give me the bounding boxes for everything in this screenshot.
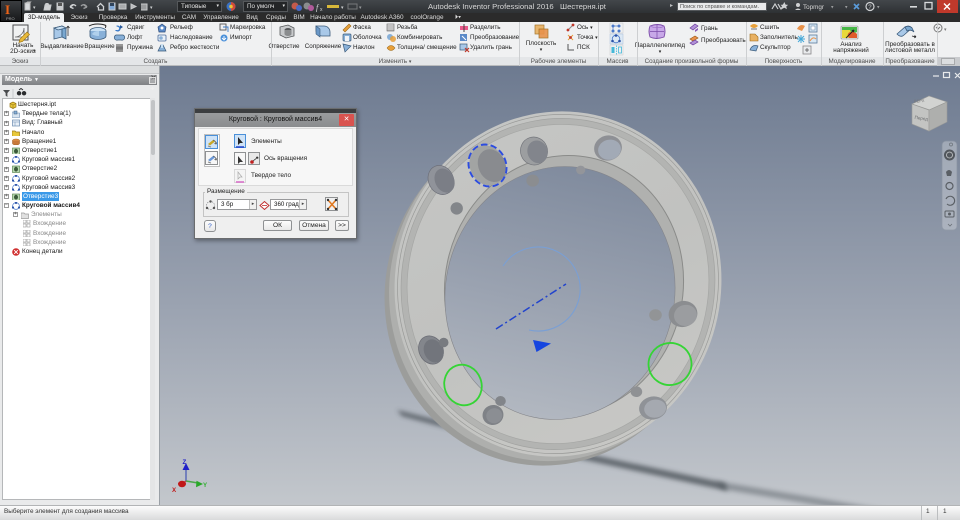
svg-text:ВЕРХ: ВЕРХ <box>914 98 925 104</box>
svg-text:Topmgr: Topmgr <box>803 4 824 11</box>
svg-text:▾: ▾ <box>831 5 834 11</box>
svg-text:▾: ▾ <box>359 5 362 11</box>
svg-text:▾: ▾ <box>944 27 947 33</box>
svg-text:▾: ▾ <box>341 5 344 11</box>
svg-text:Z: Z <box>183 459 187 466</box>
svg-text:▾: ▾ <box>33 5 36 11</box>
svg-text:▾: ▾ <box>150 5 153 11</box>
svg-text:▾: ▾ <box>877 5 880 11</box>
svg-text:▾: ▾ <box>845 5 848 11</box>
